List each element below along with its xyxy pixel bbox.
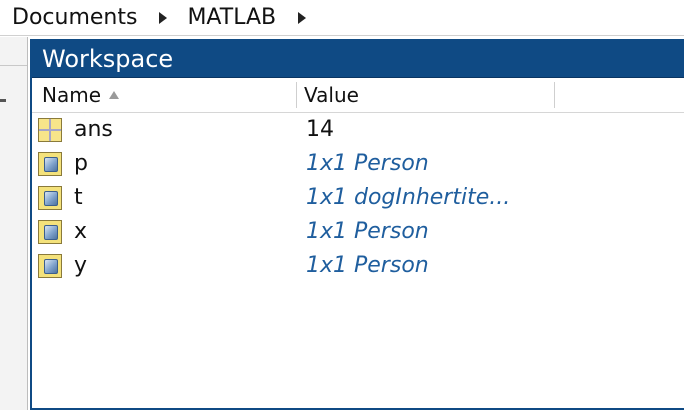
workspace-panel: Workspace Name Value ans 14 p 1x1 Person…	[30, 39, 684, 410]
variable-name: y	[74, 253, 88, 278]
panel-title[interactable]: Workspace	[32, 41, 684, 78]
variable-name: t	[74, 185, 83, 210]
object-icon	[38, 186, 62, 210]
object-icon	[38, 220, 62, 244]
variable-name: p	[74, 151, 88, 176]
breadcrumb-arrow-icon[interactable]	[159, 11, 168, 24]
column-resize-handle[interactable]	[554, 82, 555, 108]
variable-list: ans 14 p 1x1 Person t 1x1 dogInhertite..…	[32, 113, 684, 283]
breadcrumb: Documents MATLAB	[0, 0, 684, 36]
adjacent-panel-edge	[0, 37, 28, 410]
object-icon	[38, 152, 62, 176]
sort-ascending-icon	[109, 91, 120, 99]
breadcrumb-item-matlab[interactable]: MATLAB	[187, 5, 276, 30]
variable-name: ans	[74, 117, 113, 142]
column-header-value[interactable]: Value	[304, 78, 359, 112]
panel-divider	[0, 65, 27, 66]
variable-value: 1x1 Person	[306, 253, 429, 278]
column-header-name[interactable]: Name	[42, 78, 120, 112]
table-row[interactable]: ans 14	[32, 113, 684, 147]
table-header: Name Value	[32, 78, 684, 113]
variable-value: 1x1 Person	[306, 219, 429, 244]
variable-value: 14	[306, 117, 334, 142]
table-row[interactable]: t 1x1 dogInhertite...	[32, 181, 684, 215]
column-resize-handle[interactable]	[296, 82, 297, 108]
variable-value: 1x1 Person	[306, 151, 429, 176]
object-icon	[38, 254, 62, 278]
table-row[interactable]: p 1x1 Person	[32, 147, 684, 181]
resize-handle[interactable]	[0, 99, 6, 102]
breadcrumb-arrow-icon[interactable]	[298, 11, 307, 24]
column-header-name-label: Name	[42, 83, 102, 107]
variable-name: x	[74, 219, 88, 244]
variable-value: 1x1 dogInhertite...	[306, 185, 511, 210]
table-row[interactable]: y 1x1 Person	[32, 249, 684, 283]
numeric-array-icon	[38, 118, 62, 142]
breadcrumb-item-documents[interactable]: Documents	[12, 5, 137, 30]
table-row[interactable]: x 1x1 Person	[32, 215, 684, 249]
